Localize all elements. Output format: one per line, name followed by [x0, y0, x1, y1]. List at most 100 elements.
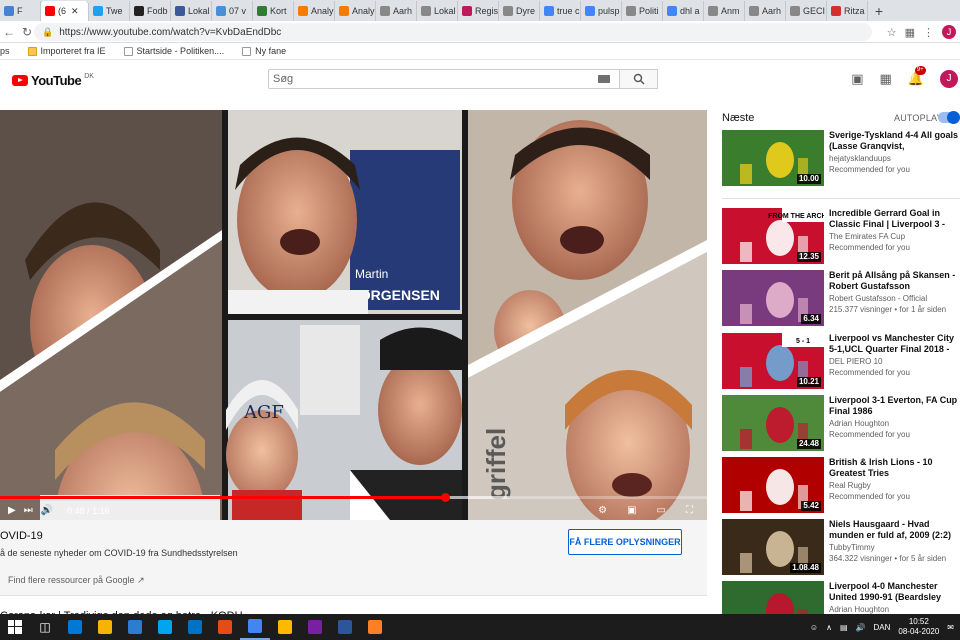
search-input[interactable]: Søg [268, 69, 620, 89]
profile-avatar[interactable]: J [942, 25, 956, 39]
theater-mode-icon[interactable]: ▭ [657, 505, 666, 516]
app-icon [158, 620, 172, 634]
taskbar-app-icon[interactable] [240, 614, 270, 640]
tab-favicon-icon [45, 6, 55, 16]
browser-tab[interactable]: Aarh [376, 1, 417, 21]
browser-tab[interactable]: Dyre [499, 1, 540, 21]
keyboard-icon[interactable] [598, 75, 610, 83]
taskbar-app-icon[interactable] [150, 614, 180, 640]
notifications-icon[interactable]: ✉ [947, 623, 954, 632]
recommended-video[interactable]: 5.42 British & Irish Lions - 10 Greatest … [722, 457, 960, 513]
taskbar-app-icon[interactable] [60, 614, 90, 640]
video-thumbnail[interactable]: 5 - 1 10.21 [722, 333, 824, 389]
network-icon[interactable]: ▤ [840, 623, 848, 632]
recommended-video[interactable]: FROM THE ARCHIVE 12.35 Incredible Gerrard … [722, 208, 960, 264]
back-icon[interactable]: ← [0, 25, 18, 39]
user-avatar[interactable]: J [940, 70, 958, 88]
browser-tab[interactable]: Lokal [417, 1, 458, 21]
browser-tab[interactable]: pulsp [581, 1, 622, 21]
recommended-video[interactable]: 24.48 Liverpool 3-1 Everton, FA Cup Final… [722, 395, 960, 451]
clock[interactable]: 10:52 08-04-2020 [898, 617, 939, 637]
apps-grid-icon[interactable]: ▦ [880, 71, 892, 87]
video-thumbnail[interactable]: 5.42 [722, 457, 824, 513]
browser-tab[interactable]: Fodb [130, 1, 171, 21]
fullscreen-icon[interactable]: ⛶ [686, 505, 693, 516]
tab-favicon-icon [462, 6, 472, 16]
bookmark-apps[interactable]: ps [0, 46, 10, 56]
new-tab-button[interactable]: + [868, 1, 890, 21]
video-thumbnail[interactable]: 10.00 [722, 130, 824, 186]
video-meta: Recommended for you [829, 430, 910, 439]
next-icon[interactable]: ⏭ [24, 505, 33, 516]
windows-start-button[interactable] [0, 614, 30, 640]
settings-gear-icon[interactable]: ⚙ [598, 505, 607, 516]
more-info-button[interactable]: FÅ FLERE OPLYSNINGER [568, 529, 682, 555]
address-bar[interactable]: 🔒 https://www.youtube.com/watch?v=KvbDaE… [34, 23, 872, 41]
tab-label: Politi [639, 6, 659, 16]
video-player[interactable]: Martin JØRGENSEN AGF griffel ▶ ⏭ 🔊 0:48 … [0, 110, 707, 520]
browser-tab[interactable]: dhl a [663, 1, 704, 21]
browser-tab[interactable]: Lokal [171, 1, 212, 21]
video-thumbnail[interactable]: 6.34 [722, 270, 824, 326]
browser-tab[interactable]: Regis [458, 1, 499, 21]
notification-count: 9+ [914, 66, 926, 75]
taskbar-app-icon[interactable] [210, 614, 240, 640]
people-icon[interactable]: ☺ [810, 623, 818, 632]
tab-favicon-icon [175, 6, 185, 16]
extension-icon[interactable]: ▦ [905, 26, 915, 39]
bookmark-folder-ie[interactable]: Importeret fra IE [27, 46, 106, 56]
speaker-icon[interactable]: 🔊 [856, 623, 866, 632]
bookmark-politiken[interactable]: Startside - Politiken.... [123, 46, 224, 56]
volume-icon[interactable]: 🔊 [41, 505, 53, 516]
task-view-icon: ◫ [39, 620, 51, 634]
language-indicator[interactable]: DAN [873, 623, 890, 632]
create-video-icon[interactable]: ▣ [851, 71, 863, 87]
browser-tab[interactable]: true c [540, 1, 581, 21]
browser-tab[interactable]: Analy [294, 1, 335, 21]
task-view-button[interactable]: ◫ [30, 614, 60, 640]
app-icon [188, 620, 202, 634]
taskbar-app-icon[interactable] [270, 614, 300, 640]
taskbar-app-icon[interactable] [360, 614, 390, 640]
browser-tab[interactable]: Anm [704, 1, 745, 21]
find-resources-link[interactable]: Find flere ressourcer på Google ↗ [8, 575, 145, 586]
video-thumbnail[interactable]: 24.48 [722, 395, 824, 451]
notifications-bell-icon[interactable]: 🔔 9+ [908, 66, 926, 87]
taskbar-app-icon[interactable] [180, 614, 210, 640]
recommended-video[interactable]: 10.00 Sverige-Tyskland 4-4 All goals (Las… [722, 130, 960, 186]
video-thumbnail[interactable]: FROM THE ARCHIVE 12.35 [722, 208, 824, 264]
recommended-video[interactable]: 6.34 Berit på Allsång på Skansen - Robert… [722, 270, 960, 326]
play-icon[interactable]: ▶ [8, 505, 16, 516]
browser-tab[interactable]: Politi [622, 1, 663, 21]
browser-tab[interactable]: (6 ✕ [41, 1, 89, 21]
browser-tab[interactable]: Twe [89, 1, 130, 21]
star-icon[interactable]: ☆ [887, 26, 897, 39]
miniplayer-icon[interactable]: ▣ [627, 505, 636, 516]
tray-expand-icon[interactable]: ∧ [826, 623, 832, 632]
taskbar-app-icon[interactable] [300, 614, 330, 640]
video-progress-bar[interactable] [0, 493, 707, 502]
youtube-logo[interactable]: YouTube DK [12, 73, 94, 88]
browser-tab[interactable]: Kort [253, 1, 294, 21]
autoplay-toggle[interactable] [938, 111, 960, 124]
search-button[interactable] [620, 69, 658, 89]
taskbar-app-icon[interactable] [120, 614, 150, 640]
taskbar-app-icon[interactable] [90, 614, 120, 640]
bookmarks-bar: ps Importeret fra IE Startside - Politik… [0, 43, 960, 60]
video-thumbnail[interactable]: 1.08.48 [722, 519, 824, 575]
browser-tab[interactable]: F [0, 1, 41, 21]
recommended-video[interactable]: 1.08.48 Niels Hausgaard - Hvad munden er … [722, 519, 960, 575]
taskbar-app-icon[interactable] [330, 614, 360, 640]
browser-tab[interactable]: Ritza [827, 1, 868, 21]
tab-close-icon[interactable]: ✕ [71, 6, 79, 17]
browser-tab[interactable]: 07 v [212, 1, 253, 21]
recommended-video[interactable]: 5 - 1 10.21 Liverpool vs Manchester City 5… [722, 333, 960, 389]
video-duration: 24.48 [796, 439, 821, 449]
browser-tab[interactable]: GECI [786, 1, 827, 21]
browser-tab[interactable]: Analy [335, 1, 376, 21]
channel-name: TubbyTimmy [829, 543, 875, 552]
bookmark-new-tab[interactable]: Ny fane [242, 46, 286, 56]
video-title: Liverpool 3-1 Everton, FA Cup Final 1986 [829, 395, 958, 416]
browser-tab[interactable]: Aarh [745, 1, 786, 21]
menu-icon[interactable]: ⋮ [923, 26, 934, 39]
